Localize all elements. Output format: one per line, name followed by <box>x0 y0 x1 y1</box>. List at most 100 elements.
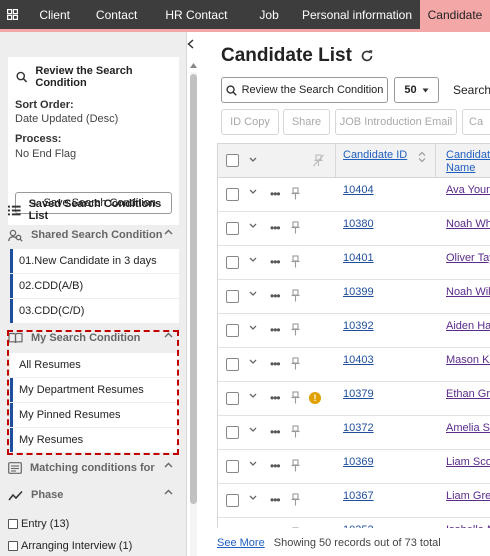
search-button[interactable]: Search <box>453 83 490 97</box>
table-row[interactable]: ••• 10369 Liam Scot <box>218 450 490 484</box>
chevron-down-icon[interactable] <box>249 291 257 296</box>
candidate-name-header-label-line2[interactable]: Name <box>446 162 475 174</box>
checkbox[interactable] <box>8 519 18 529</box>
phase-entry-filter[interactable]: Entry (13) <box>8 518 69 530</box>
pin-icon[interactable] <box>291 459 300 472</box>
sort-icon[interactable] <box>418 151 426 163</box>
pin-icon[interactable] <box>291 527 300 528</box>
more-actions-icon[interactable]: ••• <box>270 357 281 371</box>
more-actions-icon[interactable]: ••• <box>270 187 281 201</box>
nav-job[interactable]: Job <box>244 0 294 29</box>
pin-icon[interactable] <box>291 323 300 336</box>
candidate-name-link[interactable]: Oliver Tay <box>446 252 490 264</box>
nav-hr-contact[interactable]: HR Contact <box>149 0 245 29</box>
pin-icon[interactable] <box>291 357 300 370</box>
more-actions-icon[interactable]: ••• <box>270 255 281 269</box>
saved-conditions-list-header[interactable]: Saved Search Conditions List <box>8 198 179 222</box>
row-checkbox[interactable] <box>226 188 239 201</box>
candidate-id-link[interactable]: 10369 <box>343 456 374 468</box>
candidate-id-link[interactable]: 10401 <box>343 252 374 264</box>
table-row[interactable]: ••• 10392 Aiden Har <box>218 314 490 348</box>
more-actions-icon[interactable]: ••• <box>270 425 281 439</box>
truncated-action-button[interactable]: Ca <box>462 109 490 135</box>
phase-arranging-interview-filter[interactable]: Arranging Interview (1) <box>8 540 132 552</box>
nav-personal-information[interactable]: Personal information <box>294 0 420 29</box>
my-condition-header[interactable]: My Search Condition <box>8 328 179 348</box>
share-button[interactable]: Share <box>283 109 330 135</box>
scrollbar-thumb[interactable] <box>190 74 197 504</box>
id-copy-button[interactable]: ID Copy <box>221 109 279 135</box>
row-checkbox[interactable] <box>226 426 239 439</box>
row-checkbox[interactable] <box>226 392 239 405</box>
job-introduction-email-button[interactable]: JOB Introduction Email <box>335 109 457 135</box>
review-search-condition-button[interactable]: Review the Search Condition <box>221 77 388 103</box>
page-size-select[interactable]: 50 <box>394 77 439 103</box>
more-actions-icon[interactable]: ••• <box>270 323 281 337</box>
pin-icon[interactable] <box>291 255 300 268</box>
more-actions-icon[interactable]: ••• <box>270 289 281 303</box>
my-condition-item[interactable]: My Pinned Resumes <box>10 403 179 427</box>
pin-icon[interactable] <box>291 425 300 438</box>
pin-icon[interactable] <box>291 391 300 404</box>
candidate-id-link[interactable]: 10380 <box>343 218 374 230</box>
shared-condition-item[interactable]: 01.New Candidate in 3 days <box>10 249 179 273</box>
more-actions-icon[interactable]: ••• <box>270 527 281 528</box>
more-actions-icon[interactable]: ••• <box>270 221 281 235</box>
pin-icon[interactable] <box>291 221 300 234</box>
pin-icon[interactable] <box>291 493 300 506</box>
more-actions-icon[interactable]: ••• <box>270 459 281 473</box>
candidate-id-link[interactable]: 10403 <box>343 354 374 366</box>
row-checkbox[interactable] <box>226 256 239 269</box>
candidate-id-link[interactable]: 10367 <box>343 490 374 502</box>
chevron-down-icon[interactable] <box>249 257 257 262</box>
phase-header[interactable]: Phase <box>8 485 179 505</box>
nav-client[interactable]: Client <box>25 0 85 29</box>
candidate-name-link[interactable]: Liam Scot <box>446 456 490 468</box>
candidate-id-link[interactable]: 10392 <box>343 320 374 332</box>
candidate-id-header-label[interactable]: Candidate ID <box>343 149 407 161</box>
candidate-id-link[interactable]: 10379 <box>343 388 374 400</box>
candidate-name-link[interactable]: Amelia Sc <box>446 422 490 434</box>
refresh-icon[interactable] <box>360 49 374 63</box>
matching-conditions-header[interactable]: Matching conditions for <box>8 458 179 478</box>
candidate-name-link[interactable]: Ethan Gre <box>446 388 490 400</box>
table-row[interactable]: ••• 10399 Noah Wils <box>218 280 490 314</box>
table-row[interactable]: ••• 10367 Liam Gre <box>218 484 490 518</box>
chevron-down-icon[interactable] <box>249 223 257 228</box>
table-row[interactable]: ••• 10372 Amelia Sc <box>218 416 490 450</box>
pin-icon[interactable] <box>291 289 300 302</box>
shared-condition-item[interactable]: 03.CDD(C/D) <box>10 299 179 323</box>
pin-icon[interactable] <box>291 187 300 200</box>
app-grid-icon[interactable] <box>0 0 25 29</box>
chevron-down-icon[interactable] <box>249 359 257 364</box>
nav-contact[interactable]: Contact <box>85 0 149 29</box>
chevron-down-icon[interactable] <box>249 427 257 432</box>
candidate-id-link[interactable]: 10399 <box>343 286 374 298</box>
shared-condition-header[interactable]: Shared Search Condition <box>8 225 179 245</box>
collapse-sidebar-button[interactable] <box>183 36 197 52</box>
my-condition-item[interactable]: All Resumes <box>10 353 179 377</box>
see-more-link[interactable]: See More <box>217 537 265 549</box>
table-row[interactable]: ••• 10403 Mason Kin <box>218 348 490 382</box>
row-checkbox[interactable] <box>226 358 239 371</box>
sidebar-scrollbar[interactable] <box>189 60 198 556</box>
candidate-name-link[interactable]: Ava Young <box>446 184 490 196</box>
candidate-name-link[interactable]: Aiden Har <box>446 320 490 332</box>
candidate-id-link[interactable]: 10404 <box>343 184 374 196</box>
chevron-down-icon[interactable] <box>249 189 257 194</box>
candidate-name-link[interactable]: Liam Gre <box>446 490 490 502</box>
candidate-id-link[interactable]: 10352 <box>343 524 374 528</box>
candidate-id-link[interactable]: 10372 <box>343 422 374 434</box>
unpin-icon[interactable] <box>313 154 324 167</box>
table-row[interactable]: ••• 10352 Isabella M <box>218 518 490 528</box>
row-checkbox[interactable] <box>226 324 239 337</box>
checkbox[interactable] <box>8 541 18 551</box>
shared-condition-item[interactable]: 02.CDD(A/B) <box>10 274 179 298</box>
more-actions-icon[interactable]: ••• <box>270 493 281 507</box>
row-checkbox[interactable] <box>226 290 239 303</box>
candidate-name-link[interactable]: Isabella M <box>446 524 490 528</box>
table-row[interactable]: ••• 10401 Oliver Tay <box>218 246 490 280</box>
candidate-name-header-label[interactable]: Candidate <box>446 149 490 161</box>
row-checkbox[interactable] <box>226 460 239 473</box>
row-checkbox[interactable] <box>226 494 239 507</box>
